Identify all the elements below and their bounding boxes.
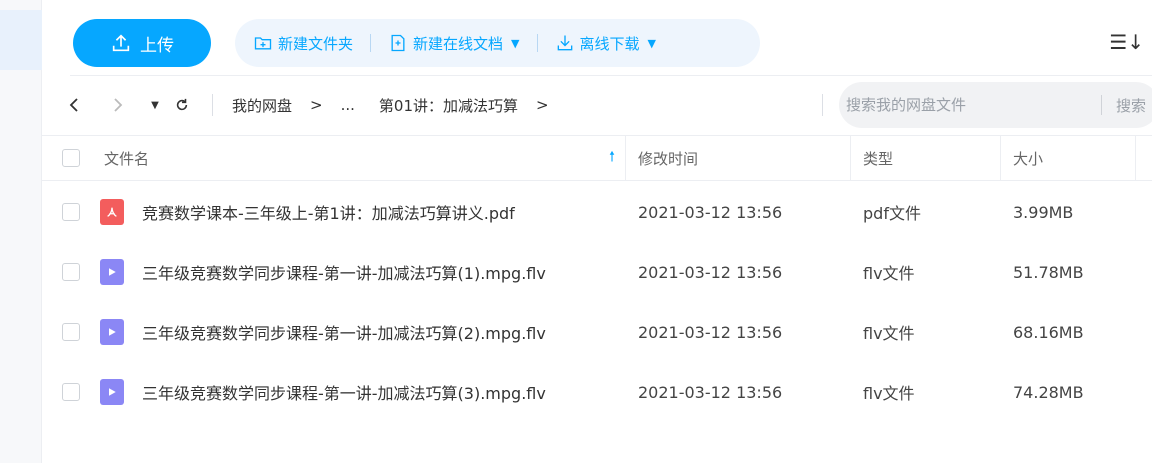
search-button[interactable]: 搜索: [1116, 95, 1146, 116]
caret-down-icon: ▼: [151, 99, 159, 111]
new-online-doc-label: 新建在线文档: [413, 34, 504, 53]
caret-down-icon: ▼: [647, 36, 656, 50]
file-name[interactable]: 三年级竞赛数学同步课程-第一讲-加减法巧算(1).mpg.flv: [142, 260, 546, 284]
chevron-left-icon: [69, 98, 78, 112]
column-header-size-label: 大小: [1013, 149, 1044, 168]
column-header-modified[interactable]: 修改时间: [626, 135, 851, 181]
sidebar: [0, 0, 42, 463]
offline-download-button[interactable]: 离线下载 ▼: [555, 33, 656, 54]
search-box: 搜索: [839, 82, 1152, 128]
video-file-icon: [100, 319, 124, 345]
nav-separator: [212, 94, 213, 116]
video-file-icon: [100, 379, 124, 405]
search-separator: [822, 94, 823, 116]
column-header-name[interactable]: 文件名 🠕: [92, 135, 626, 181]
breadcrumb-separator: >: [536, 96, 549, 114]
history-dropdown-button[interactable]: ▼: [145, 95, 165, 115]
offline-download-label: 离线下载: [579, 34, 640, 53]
table-row[interactable]: 竞赛数学课本-三年级上-第1讲：加减法巧算讲义.pdf 2021-03-12 1…: [42, 182, 1152, 242]
sort-ascending-icon: 🠕: [608, 149, 615, 165]
file-modified: 2021-03-12 13:56: [638, 322, 783, 342]
new-online-doc-button[interactable]: 新建在线文档 ▼: [388, 33, 520, 54]
breadcrumb: 我的网盘 > ... 第01讲：加减法巧算 >: [232, 95, 567, 116]
back-button[interactable]: [64, 95, 84, 115]
file-size: 3.99MB: [1013, 202, 1074, 222]
folder-plus-icon: [254, 37, 272, 50]
row-checkbox[interactable]: [62, 203, 80, 221]
toolbar-separator: [536, 34, 538, 52]
file-size: 68.16MB: [1013, 322, 1084, 342]
row-checkbox[interactable]: [62, 323, 80, 341]
table-header: 文件名 🠕 修改时间 类型 大小: [42, 135, 1152, 181]
file-size: 51.78MB: [1013, 262, 1084, 282]
table-row[interactable]: 三年级竞赛数学同步课程-第一讲-加减法巧算(1).mpg.flv 2021-03…: [42, 242, 1152, 302]
breadcrumb-separator: >: [310, 96, 323, 114]
file-type: flv文件: [863, 324, 915, 343]
breadcrumb-item-ellipsis[interactable]: ...: [341, 96, 355, 114]
file-type: flv文件: [863, 264, 915, 283]
file-modified: 2021-03-12 13:56: [638, 202, 783, 222]
table-row[interactable]: 三年级竞赛数学同步课程-第一讲-加减法巧算(2).mpg.flv 2021-03…: [42, 302, 1152, 362]
pdf-file-icon: [100, 199, 124, 225]
refresh-icon: [176, 98, 188, 111]
toolbar: 上传 新建文件夹 新建在线文档 ▼ 离线下载 ▼ ☰↓: [42, 18, 1152, 68]
toolbar-actions: 新建文件夹 新建在线文档 ▼ 离线下载 ▼: [235, 19, 760, 67]
toolbar-separator: [370, 34, 372, 52]
new-folder-button[interactable]: 新建文件夹: [253, 33, 353, 54]
refresh-button[interactable]: [172, 95, 192, 115]
chevron-right-icon: [114, 98, 123, 112]
table-row[interactable]: 三年级竞赛数学同步课程-第一讲-加减法巧算(3).mpg.flv 2021-03…: [42, 362, 1152, 422]
file-type: pdf文件: [863, 204, 921, 223]
row-checkbox[interactable]: [62, 263, 80, 281]
file-modified: 2021-03-12 13:56: [638, 262, 783, 282]
upload-label: 上传: [140, 35, 174, 56]
column-header-type[interactable]: 类型: [851, 135, 1001, 181]
new-folder-label: 新建文件夹: [278, 34, 354, 53]
row-checkbox[interactable]: [62, 383, 80, 401]
download-icon: [557, 35, 572, 51]
column-header-modified-label: 修改时间: [638, 149, 699, 168]
navigation-bar: ▼ 我的网盘 > ... 第01讲：加减法巧算 > 搜索: [42, 82, 1152, 128]
file-size: 74.28MB: [1013, 382, 1084, 402]
search-input[interactable]: [846, 96, 1101, 114]
file-name[interactable]: 竞赛数学课本-三年级上-第1讲：加减法巧算讲义.pdf: [142, 200, 515, 224]
breadcrumb-item-root[interactable]: 我的网盘: [232, 95, 292, 116]
select-all-checkbox[interactable]: [62, 149, 80, 167]
upload-icon: [112, 34, 130, 52]
main-panel: 上传 新建文件夹 新建在线文档 ▼ 离线下载 ▼ ☰↓ ▼ 我的网盘 > ...…: [42, 0, 1152, 463]
file-type: flv文件: [863, 384, 915, 403]
video-file-icon: [100, 259, 124, 285]
breadcrumb-item-current[interactable]: 第01讲：加减法巧算: [379, 95, 518, 116]
sort-icon[interactable]: ☰↓: [1109, 30, 1144, 54]
search-inner-separator: [1101, 95, 1102, 115]
column-header-name-label: 文件名: [104, 149, 150, 168]
doc-plus-icon: [391, 34, 405, 52]
caret-down-icon: ▼: [511, 36, 520, 50]
column-header-size[interactable]: 大小: [1001, 135, 1136, 181]
sidebar-item-active[interactable]: [0, 10, 42, 70]
forward-button[interactable]: [108, 95, 128, 115]
column-header-type-label: 类型: [863, 149, 894, 168]
file-name[interactable]: 三年级竞赛数学同步课程-第一讲-加减法巧算(3).mpg.flv: [142, 380, 546, 404]
toolbar-divider: [70, 75, 1152, 76]
upload-button[interactable]: 上传: [73, 19, 211, 67]
file-name[interactable]: 三年级竞赛数学同步课程-第一讲-加减法巧算(2).mpg.flv: [142, 320, 546, 344]
file-modified: 2021-03-12 13:56: [638, 382, 783, 402]
